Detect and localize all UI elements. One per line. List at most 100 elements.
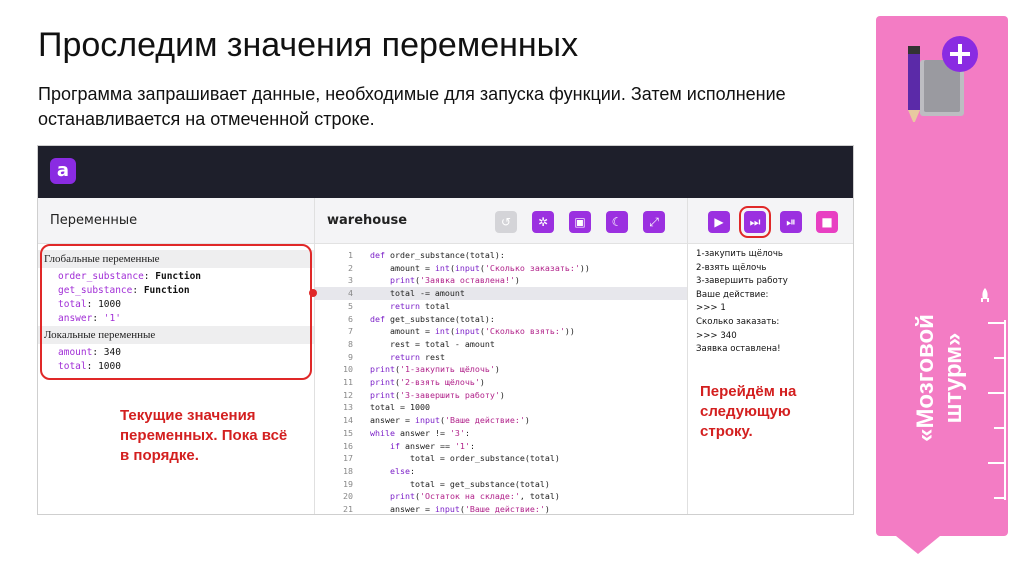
code-line[interactable]: 16 if answer == '1': bbox=[315, 440, 687, 453]
save-icon: ▣ bbox=[574, 215, 586, 229]
code-line[interactable]: 17 total = order_substance(total) bbox=[315, 452, 687, 465]
code-text: if answer == '1': bbox=[389, 440, 475, 451]
line-number[interactable]: 16 bbox=[315, 440, 353, 453]
panel-divider bbox=[687, 198, 688, 514]
code-text: amount = int(input('Сколько заказать:')) bbox=[370, 262, 590, 273]
theme-moon-button[interactable]: ☾ bbox=[606, 211, 628, 233]
code-text: def order_substance(total): bbox=[370, 250, 505, 260]
continue-button[interactable]: ⏯ bbox=[780, 211, 802, 233]
code-line[interactable]: 2 amount = int(input('Сколько заказать:'… bbox=[315, 262, 687, 275]
ide-window: a Переменные warehouse ↺ ✲ ▣ ☾ ⤢ ▶ ⏭ ⏯ ■ Глобал… bbox=[37, 145, 854, 515]
code-line[interactable]: 13 total = 1000 bbox=[315, 401, 687, 414]
line-number[interactable]: 4 bbox=[315, 287, 353, 300]
code-text: return total bbox=[389, 300, 450, 311]
code-editor[interactable]: 1 def order_substance(total): 2 amount = i… bbox=[309, 244, 687, 514]
continue-icon: ⏯ bbox=[786, 215, 796, 229]
code-line[interactable]: 21 answer = input('Ваше действие:') bbox=[315, 503, 687, 514]
line-number[interactable]: 20 bbox=[315, 490, 353, 503]
line-number[interactable]: 2 bbox=[315, 262, 353, 275]
step-next-button[interactable]: ⏭ bbox=[739, 206, 771, 238]
line-number[interactable]: 19 bbox=[315, 478, 353, 491]
line-number[interactable]: 10 bbox=[315, 363, 353, 376]
code-text: print('Остаток на складе:', total) bbox=[389, 491, 560, 502]
rocket-icon bbox=[981, 288, 989, 302]
fullscreen-button[interactable]: ⤢ bbox=[643, 211, 665, 233]
code-line[interactable]: 19 total = get_substance(total) bbox=[315, 478, 687, 491]
side-ribbon bbox=[876, 16, 1008, 536]
line-number[interactable]: 5 bbox=[315, 300, 353, 313]
console-line: 3-завершить работу bbox=[696, 276, 788, 287]
code-line[interactable]: 10 print('1-закупить щёлочь') bbox=[315, 363, 687, 376]
line-number[interactable]: 13 bbox=[315, 401, 353, 414]
code-text: total = order_substance(total) bbox=[370, 453, 560, 464]
fullscreen-icon: ⤢ bbox=[649, 215, 659, 229]
notebook-pencil-icon bbox=[908, 36, 978, 122]
console-line: Заявка оставлена! bbox=[696, 344, 781, 355]
code-text: print('3-завершить работу') bbox=[370, 389, 505, 400]
code-line[interactable]: 6 def get_substance(total): bbox=[315, 313, 687, 326]
code-line[interactable]: 8 rest = total - amount bbox=[315, 338, 687, 351]
ruler-tick bbox=[994, 427, 1006, 429]
code-line[interactable]: 3 print('Заявка оставлена!') bbox=[315, 274, 687, 287]
code-line[interactable]: 20 print('Остаток на складе:', total) bbox=[315, 490, 687, 503]
console-line: >>> 340 bbox=[696, 330, 737, 341]
line-number[interactable]: 17 bbox=[315, 452, 353, 465]
code-line[interactable]: 12 print('3-завершить работу') bbox=[315, 389, 687, 402]
code-text: total = get_substance(total) bbox=[370, 478, 550, 489]
code-line[interactable]: 4 total -= amount bbox=[315, 287, 687, 300]
line-number[interactable]: 1 bbox=[315, 249, 353, 262]
code-text: rest = total - amount bbox=[370, 338, 495, 349]
code-panel-header: warehouse ↺ ✲ ▣ ☾ ⤢ bbox=[315, 198, 687, 244]
code-line[interactable]: 7 amount = int(input('Сколько взять:')) bbox=[315, 325, 687, 338]
ruler-tick bbox=[994, 357, 1006, 359]
code-line[interactable]: 1 def order_substance(total): bbox=[315, 249, 687, 262]
code-line[interactable]: 5 return total bbox=[315, 300, 687, 313]
save-button[interactable]: ▣ bbox=[569, 211, 591, 233]
line-number[interactable]: 6 bbox=[315, 313, 353, 326]
line-number[interactable]: 11 bbox=[315, 376, 353, 389]
file-name-tab[interactable]: warehouse bbox=[327, 213, 407, 228]
code-text: return rest bbox=[389, 351, 445, 362]
stop-icon: ■ bbox=[821, 215, 833, 229]
ribbon-tip bbox=[896, 536, 940, 554]
line-number[interactable]: 18 bbox=[315, 465, 353, 478]
line-number[interactable]: 8 bbox=[315, 338, 353, 351]
line-number[interactable]: 9 bbox=[315, 351, 353, 364]
ruler-tick bbox=[994, 497, 1006, 499]
theme-moon-icon: ☾ bbox=[611, 215, 623, 229]
line-number[interactable]: 7 bbox=[315, 325, 353, 338]
undo-button[interactable]: ↺ bbox=[495, 211, 517, 233]
line-number[interactable]: 21 bbox=[315, 503, 353, 514]
code-text: def get_substance(total): bbox=[370, 313, 495, 324]
ruler-line bbox=[1004, 320, 1006, 500]
undo-icon: ↺ bbox=[500, 215, 512, 229]
debug-bug-icon: ✲ bbox=[537, 215, 549, 229]
code-line[interactable]: 15 while answer != '3': bbox=[315, 427, 687, 440]
variables-panel-header: Переменные bbox=[38, 198, 314, 244]
debug-bug-button[interactable]: ✲ bbox=[532, 211, 554, 233]
stop-button[interactable]: ■ bbox=[816, 211, 838, 233]
console-output: 1-закупить щёлочь 2-взять щёлочь 3-заверши… bbox=[696, 248, 851, 357]
code-line[interactable]: 11 print('2-взять щёлочь') bbox=[315, 376, 687, 389]
ruler-tick bbox=[988, 462, 1006, 464]
code-line[interactable]: 14 answer = input('Ваше действие:') bbox=[315, 414, 687, 427]
code-text: print('Заявка оставлена!') bbox=[389, 275, 520, 286]
code-text: else: bbox=[389, 465, 415, 476]
line-number[interactable]: 3 bbox=[315, 274, 353, 287]
code-line[interactable]: 18 else: bbox=[315, 465, 687, 478]
app-logo[interactable]: a bbox=[50, 158, 76, 184]
variables-header-label: Переменные bbox=[50, 213, 138, 228]
annotation-next-line: Перейдём на следующую строку. bbox=[700, 383, 797, 440]
line-number[interactable]: 12 bbox=[315, 389, 353, 402]
step-next-icon: ⏭ bbox=[749, 215, 761, 229]
run-play-button[interactable]: ▶ bbox=[708, 211, 730, 233]
code-line[interactable]: 9 return rest bbox=[315, 351, 687, 364]
line-number[interactable]: 14 bbox=[315, 414, 353, 427]
ruler-tick bbox=[988, 392, 1006, 394]
console-line: 2-взять щёлочь bbox=[696, 262, 767, 273]
line-number[interactable]: 15 bbox=[315, 427, 353, 440]
console-line: Ваше действие: bbox=[696, 289, 769, 300]
variables-highlight-frame bbox=[40, 244, 312, 380]
code-text: amount = int(input('Сколько взять:')) bbox=[370, 326, 575, 337]
ribbon-caption-line1: «Мозговой bbox=[912, 314, 939, 442]
